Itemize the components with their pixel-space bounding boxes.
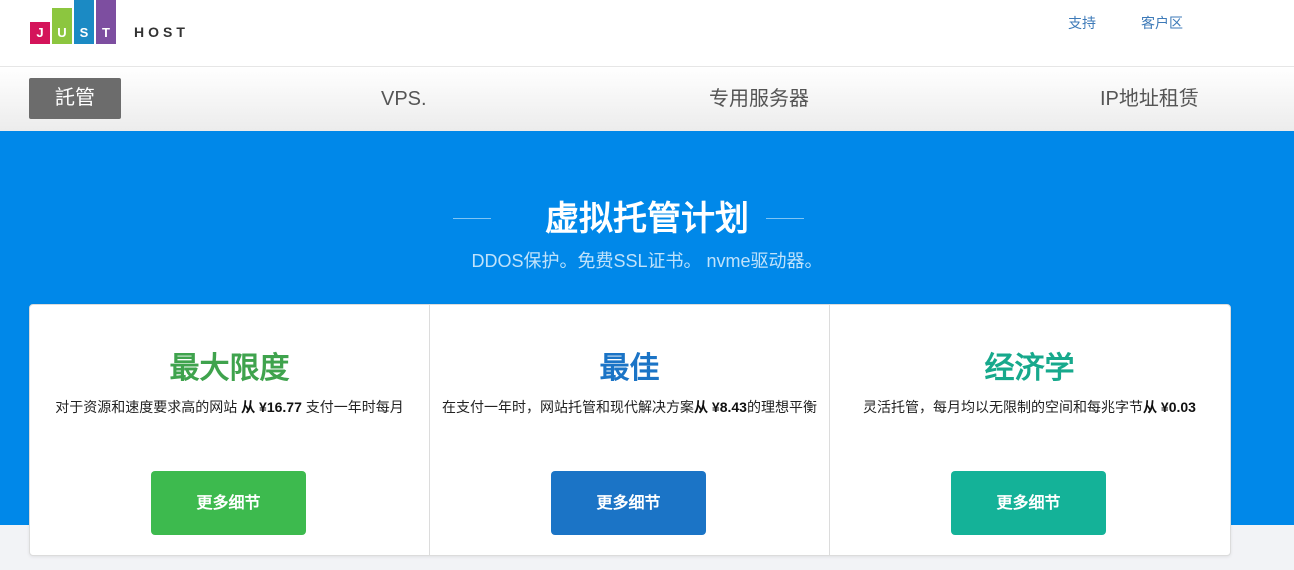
nav-tab-dedicated-servers[interactable]: 专用服务器 [709, 67, 809, 131]
nav-tab-ip-rental[interactable]: IP地址租赁 [1100, 67, 1199, 131]
main-nav: 託管 VPS. 专用服务器 IP地址租赁 [0, 67, 1294, 131]
hero-subtitle: DDOS保护。免费SSL证书。 nvme驱动器。 [471, 251, 823, 271]
more-details-button[interactable]: 更多细节 [951, 471, 1106, 535]
plan-title: 经济学 [984, 351, 1075, 386]
plan-price: 从 ¥16.77 [241, 399, 302, 415]
plan-description: 在支付一年时，网站托管和现代解决方案从 ¥8.43的理想平衡 [440, 395, 819, 419]
plan-desc-text: 对于资源和速度要求高的网站 [55, 399, 242, 415]
plan-title: 最佳 [599, 351, 660, 386]
plan-desc-text: 在支付一年时，网站托管和现代解决方案 [442, 399, 695, 415]
plan-desc-text: 灵活托管，每月均以无限制的空间和每兆字节 [863, 399, 1144, 415]
nav-tab-hosting[interactable]: 託管 [29, 78, 121, 119]
logo-letter-s: S [79, 25, 89, 40]
more-details-button[interactable]: 更多细节 [151, 471, 306, 535]
plan-desc-text-end: 支付一年时每月 [301, 399, 404, 415]
plan-card-best: 最佳 在支付一年时，网站托管和现代解决方案从 ¥8.43的理想平衡 更多细节 [429, 305, 829, 555]
logo-letter-t: T [102, 25, 110, 40]
plan-title: 最大限度 [169, 351, 290, 386]
plan-price: 从 ¥8.43 [694, 399, 747, 415]
support-link[interactable]: 支持 [1068, 13, 1096, 33]
plan-card-maximum: 最大限度 对于资源和速度要求高的网站 从 ¥16.77 支付一年时每月 更多细节 [30, 305, 429, 555]
plan-cards: 最大限度 对于资源和速度要求高的网站 从 ¥16.77 支付一年时每月 更多细节… [29, 304, 1231, 556]
plan-description: 对于资源和速度要求高的网站 从 ¥16.77 支付一年时每月 [40, 395, 419, 419]
client-area-link[interactable]: 客户区 [1141, 13, 1183, 33]
hero-title: 虚拟托管计划 [545, 199, 749, 239]
logo-letter-u: U [57, 25, 67, 40]
logo-host-text: HOST [134, 24, 189, 40]
nav-tab-vps[interactable]: VPS. [381, 67, 427, 131]
top-header: J U S T HOST 支持 客户区 [0, 0, 1294, 67]
plan-card-economy: 经济学 灵活托管，每月均以无限制的空间和每兆字节从 ¥0.03 更多细节 [829, 305, 1229, 555]
logo-letter-j: J [36, 25, 44, 40]
more-details-button[interactable]: 更多细节 [551, 471, 706, 535]
plan-description: 灵活托管，每月均以无限制的空间和每兆字节从 ¥0.03 [840, 395, 1219, 419]
hero-title-line-right [766, 218, 804, 219]
plan-price: 从 ¥0.03 [1143, 399, 1196, 415]
plan-desc-text-end: 的理想平衡 [746, 399, 817, 415]
